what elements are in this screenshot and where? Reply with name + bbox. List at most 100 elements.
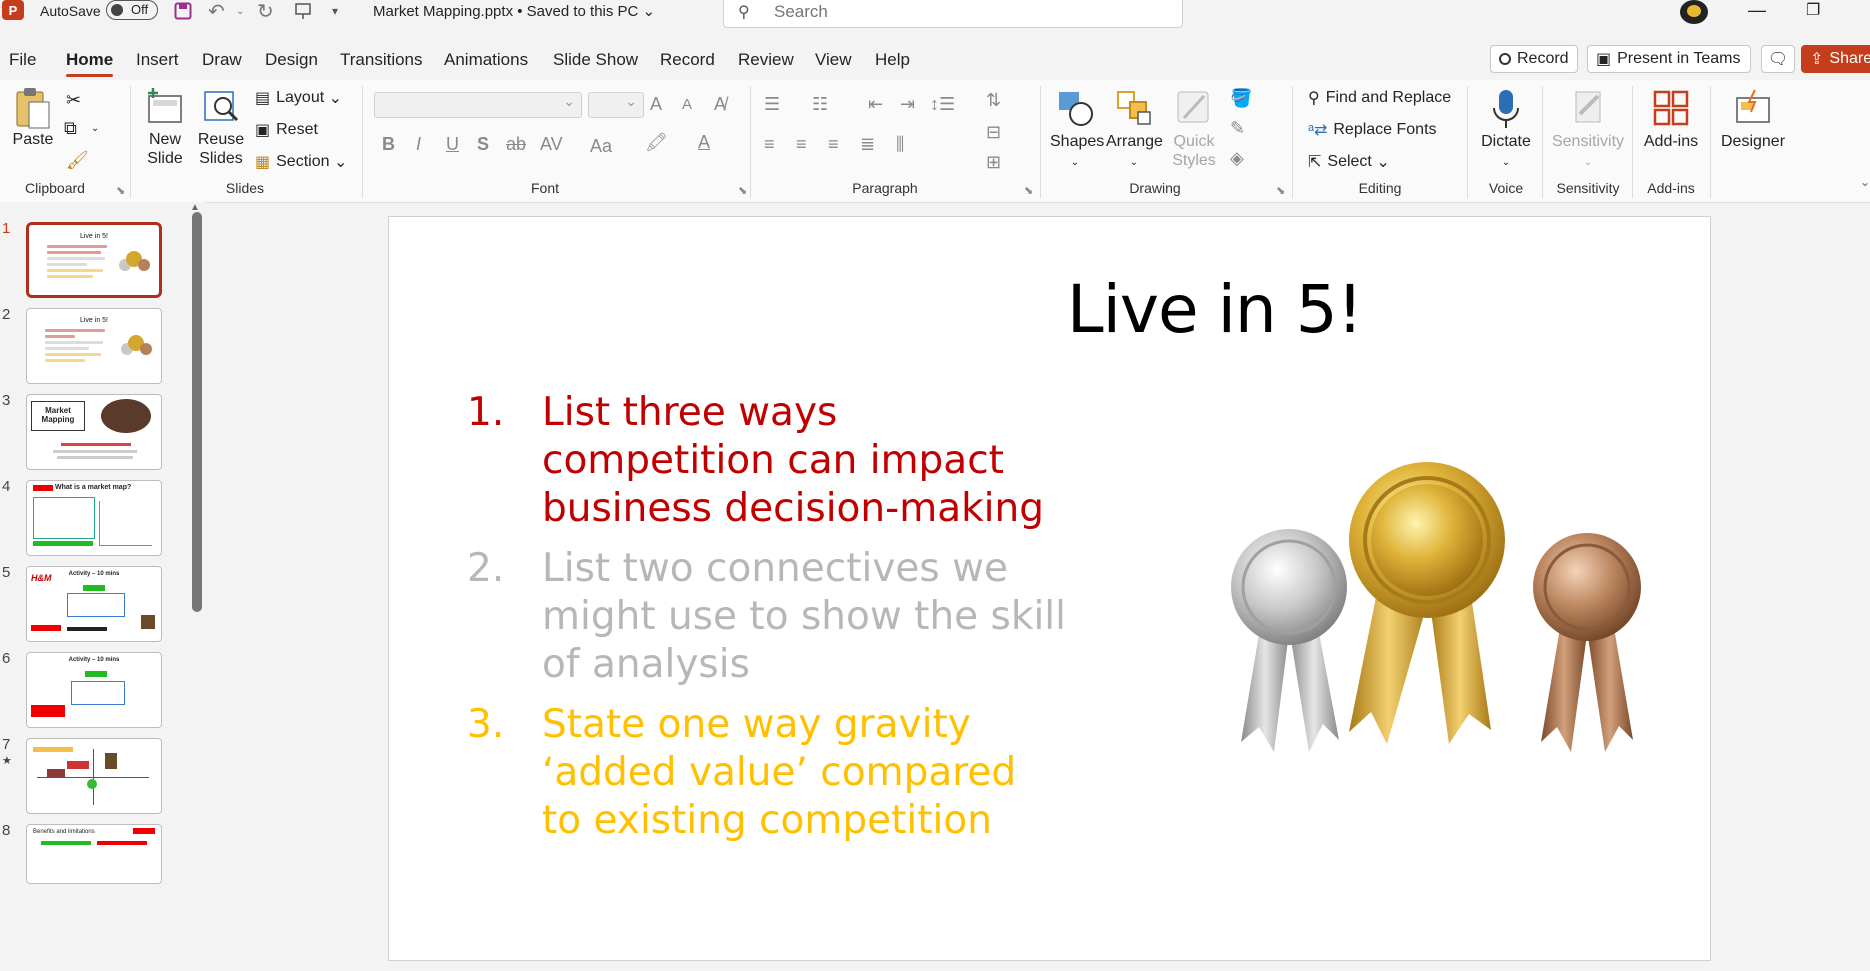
thumbnail-slide-7[interactable] (26, 738, 162, 814)
tab-insert[interactable]: Insert (136, 50, 179, 70)
section-button[interactable]: ▦ Section ⌄ (255, 152, 347, 172)
replace-fonts-button[interactable]: ᵃ⇄ Replace Fonts (1308, 120, 1437, 140)
maximize-icon[interactable]: ❐ (1806, 0, 1820, 20)
tab-draw[interactable]: Draw (202, 50, 242, 70)
slide-task-list[interactable]: 1. List three ways competition can impac… (467, 389, 1067, 857)
new-slide-button[interactable]: New Slide (140, 86, 190, 168)
font-size-dropdown[interactable] (588, 92, 644, 118)
align-text-icon[interactable]: ⊟ (986, 122, 1001, 143)
thumbnail-slide-4[interactable]: What is a market map? (26, 480, 162, 556)
find-and-replace-button[interactable]: ⚲ Find and Replace (1308, 88, 1451, 108)
text-direction-icon[interactable]: ⇅ (986, 90, 1001, 111)
text-shadow-button[interactable]: S (477, 134, 489, 155)
present-icon[interactable] (294, 0, 312, 22)
character-spacing-button[interactable]: AV (540, 134, 563, 155)
smartart-icon[interactable]: ⊞ (986, 152, 1001, 173)
record-button[interactable]: Record (1490, 45, 1578, 73)
slides-group-label: Slides (225, 180, 265, 196)
tab-view[interactable]: View (815, 50, 852, 70)
thumbnail-slide-6[interactable]: Activity – 10 mins (26, 652, 162, 728)
change-case-button[interactable]: Aa (590, 136, 612, 157)
tab-help[interactable]: Help (875, 50, 910, 70)
minimize-icon[interactable]: — (1748, 0, 1766, 21)
cut-icon[interactable]: ✂ (66, 90, 81, 111)
thumbnail-slide-5[interactable]: Activity – 10 mins H&M (26, 566, 162, 642)
autosave-toggle[interactable]: Off (106, 0, 158, 20)
copy-icon[interactable]: ⧉ ⌄ (64, 118, 99, 139)
format-painter-icon[interactable]: 🖌 (66, 150, 89, 171)
underline-button[interactable]: U (446, 134, 459, 155)
thumbnail-slide-8[interactable]: Benefits and limitations (26, 824, 162, 884)
add-ins-button[interactable]: Add-ins (1636, 88, 1706, 151)
medals-image[interactable] (1219, 462, 1659, 782)
thumbnails-scrollbar[interactable] (192, 212, 202, 612)
comments-button[interactable]: 🗨 (1761, 45, 1795, 73)
paste-button[interactable]: Paste (12, 86, 54, 149)
select-button[interactable]: ⇱ Select ⌄ (1308, 152, 1390, 172)
numbering-icon[interactable]: ☷ (812, 94, 828, 115)
redo-icon[interactable]: ↻ (257, 0, 274, 23)
record-icon (1499, 53, 1511, 65)
bullets-icon[interactable]: ☰ (764, 94, 780, 115)
thumbnail-slide-1[interactable]: Live in 5! (26, 222, 162, 298)
paragraph-launcher-icon[interactable]: ⬊ (1024, 184, 1033, 197)
align-left-icon[interactable]: ≡ (764, 134, 775, 155)
strikethrough-button[interactable]: ab (506, 134, 526, 155)
select-label: Select (1327, 153, 1372, 170)
tab-home[interactable]: Home (66, 50, 114, 77)
bold-button[interactable]: B (382, 134, 395, 155)
align-center-icon[interactable]: ≡ (796, 134, 807, 155)
shrink-font-icon[interactable]: A (682, 96, 692, 113)
slide-title[interactable]: Live in 5! (389, 271, 1710, 348)
ribbon-collapse-icon[interactable]: ⌄ (1860, 175, 1870, 189)
font-name-dropdown[interactable] (374, 92, 582, 118)
reset-button[interactable]: ▣ Reset (255, 120, 318, 140)
italic-button[interactable]: I (416, 134, 421, 155)
avatar[interactable] (1680, 0, 1708, 24)
undo-dropdown-icon[interactable]: ⌄ (236, 0, 244, 22)
shapes-button[interactable]: Shapes ⌄ (1050, 88, 1104, 172)
search-input[interactable] (772, 0, 1156, 25)
decrease-indent-icon[interactable]: ⇤ (868, 94, 883, 115)
search-box[interactable]: ⚲ (723, 0, 1183, 28)
shape-fill-icon[interactable]: 🪣 (1230, 88, 1252, 109)
present-in-teams-button[interactable]: ▣ Present in Teams (1587, 45, 1751, 73)
tab-review[interactable]: Review (738, 50, 794, 70)
document-title[interactable]: Market Mapping.pptx • Saved to this PC ⌄ (373, 0, 655, 22)
tab-file[interactable]: File (9, 50, 36, 70)
tab-slide-show[interactable]: Slide Show (553, 50, 638, 70)
shape-effects-icon[interactable]: ◈ (1230, 148, 1244, 169)
dictate-button[interactable]: Dictate ⌄ (1474, 88, 1538, 172)
clipboard-launcher-icon[interactable]: ⬊ (116, 184, 125, 197)
increase-indent-icon[interactable]: ⇥ (900, 94, 915, 115)
tab-transitions[interactable]: Transitions (340, 50, 423, 70)
font-launcher-icon[interactable]: ⬊ (738, 184, 747, 197)
grow-font-icon[interactable]: A (650, 94, 662, 115)
divider (1292, 86, 1293, 198)
tab-design[interactable]: Design (265, 50, 318, 70)
tab-record[interactable]: Record (660, 50, 715, 70)
arrange-button[interactable]: Arrange ⌄ (1106, 88, 1163, 172)
line-spacing-icon[interactable]: ↕☰ (930, 94, 955, 115)
undo-icon[interactable]: ↶ (208, 0, 225, 23)
thumbnail-slide-2[interactable]: Live in 5! (26, 308, 162, 384)
tab-animations[interactable]: Animations (444, 50, 528, 70)
quick-styles-button[interactable]: Quick Styles (1166, 88, 1222, 170)
shape-outline-icon[interactable]: ✎ (1230, 118, 1245, 139)
slide-canvas[interactable]: Live in 5! 1. List three ways competitio… (388, 216, 1711, 961)
save-icon[interactable] (174, 0, 192, 22)
justify-icon[interactable]: ≣ (860, 134, 875, 155)
align-right-icon[interactable]: ≡ (828, 134, 839, 155)
drawing-launcher-icon[interactable]: ⬊ (1276, 184, 1285, 197)
customize-qat-icon[interactable]: ▾ (332, 0, 338, 22)
thumbnail-slide-3[interactable]: Market Mapping (26, 394, 162, 470)
sensitivity-button[interactable]: Sensitivity ⌄ (1548, 88, 1628, 172)
columns-icon[interactable]: ⫼ (896, 134, 904, 155)
highlight-icon[interactable]: 🖍 (645, 132, 668, 153)
share-button[interactable]: ⇪ Share (1801, 45, 1870, 73)
font-color-icon[interactable]: A (698, 132, 710, 153)
designer-button[interactable]: Designer (1714, 88, 1792, 151)
layout-button[interactable]: ▤ Layout ⌄ (255, 88, 342, 108)
clear-formatting-icon[interactable]: A̸ (714, 94, 726, 115)
reuse-slides-button[interactable]: Reuse Slides (196, 86, 246, 168)
